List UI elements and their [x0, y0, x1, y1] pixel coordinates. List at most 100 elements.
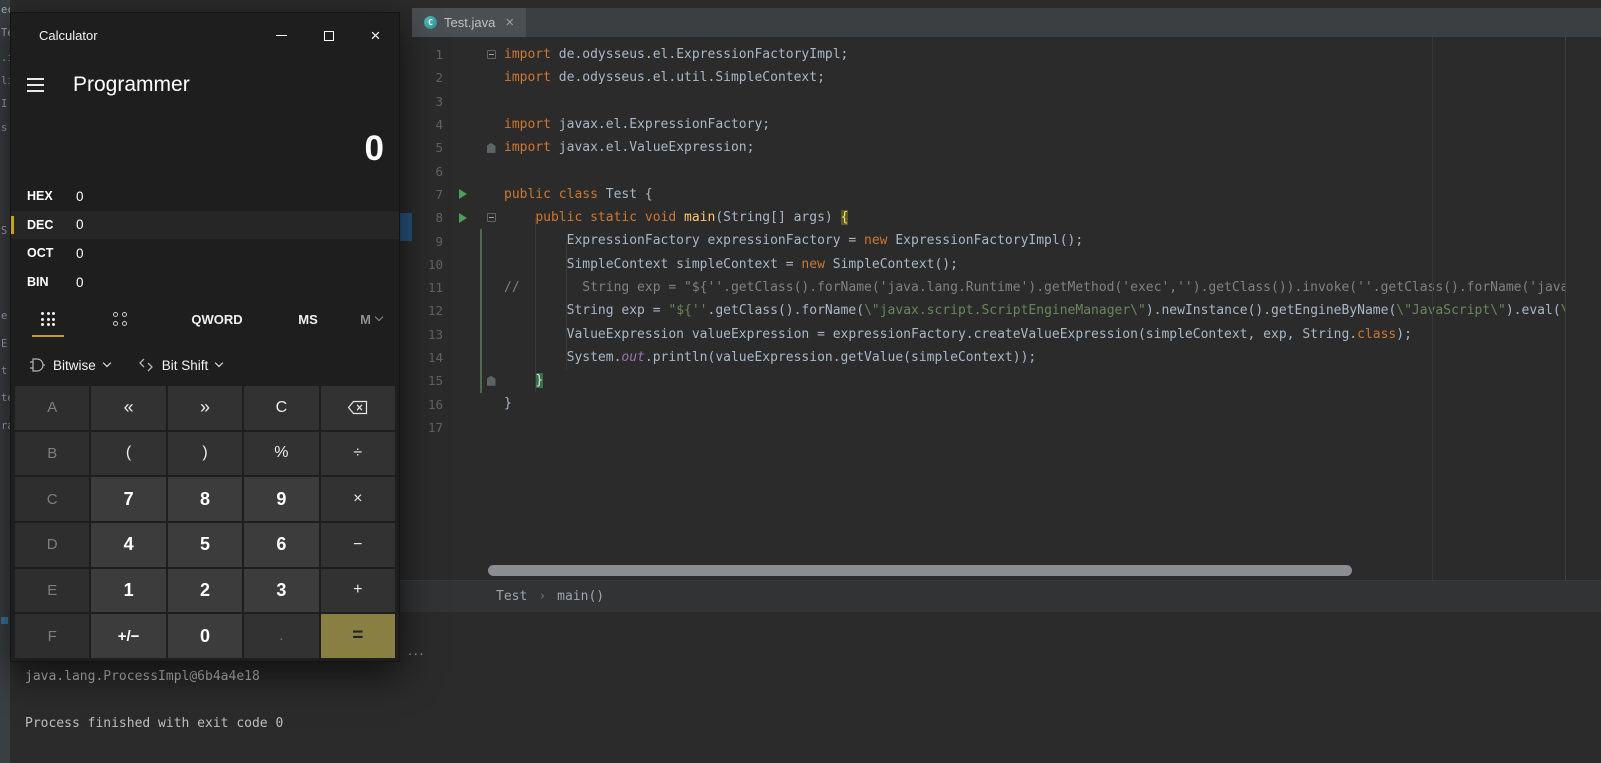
key-shift-right[interactable]: » — [167, 386, 243, 430]
code-line[interactable]: } — [504, 392, 1575, 415]
key-add[interactable]: + — [320, 568, 395, 613]
code-line[interactable]: SimpleContext simpleContext = new Simple… — [504, 253, 1575, 276]
code-line[interactable]: System.out.println(valueExpression.getVa… — [504, 346, 1575, 369]
breadcrumb-method[interactable]: main() — [557, 589, 604, 604]
key-open-paren[interactable]: ( — [91, 431, 166, 476]
key-divide[interactable]: ÷ — [320, 431, 395, 476]
radix-row-bin[interactable]: BIN 0 — [11, 268, 399, 297]
horizontal-scrollbar[interactable] — [488, 565, 1352, 576]
java-class-icon: C — [424, 16, 437, 29]
code-line[interactable]: public class Test { — [504, 183, 1575, 206]
key-2[interactable]: 2 — [167, 568, 243, 613]
code-line[interactable]: import javax.el.ValueExpression; — [504, 136, 1575, 159]
navigation-menu-button[interactable] — [27, 73, 57, 97]
line-number[interactable]: 12 — [400, 303, 443, 318]
line-number[interactable]: 15 — [400, 373, 443, 388]
line-number[interactable]: 6 — [400, 164, 443, 179]
radix-value: 0 — [76, 274, 84, 290]
line-number[interactable]: 10 — [400, 257, 443, 272]
line-number[interactable]: 5 — [400, 140, 443, 155]
line-number[interactable]: 1 — [400, 47, 443, 62]
code-line[interactable]: public static void main(String[] args) { — [504, 206, 1575, 229]
tab-test-java[interactable]: C Test.java × — [412, 8, 527, 37]
fold-marker-icon[interactable] — [486, 142, 496, 153]
key-3[interactable]: 3 — [244, 568, 319, 613]
memory-menu-label: M — [360, 311, 371, 327]
line-number[interactable]: 11 — [400, 280, 443, 295]
key-6[interactable]: 6 — [244, 523, 319, 567]
key-1[interactable]: 1 — [91, 568, 166, 613]
key-decimal[interactable]: . — [244, 614, 319, 658]
line-number[interactable]: 13 — [400, 327, 443, 342]
key-close-paren[interactable]: ) — [167, 431, 243, 476]
key-backspace[interactable] — [320, 386, 395, 430]
key-negate[interactable]: +/− — [91, 614, 166, 658]
tool-window-bar: ec Te .i li Is Se Et te ra — [0, 0, 10, 763]
calculator-titlebar[interactable]: Calculator × — [11, 13, 399, 58]
code-line[interactable]: import de.odysseus.el.util.SimpleContext… — [504, 66, 1575, 89]
key-e[interactable]: E — [15, 568, 90, 613]
breadcrumb-class[interactable]: Test — [496, 589, 527, 604]
code-line[interactable] — [504, 416, 1575, 439]
key-hex-c[interactable]: C — [15, 477, 90, 521]
breadcrumb-separator-icon: › — [538, 589, 547, 604]
radix-value: 0 — [76, 245, 84, 261]
code-line[interactable] — [504, 159, 1575, 182]
line-number[interactable]: 4 — [400, 117, 443, 132]
full-keypad-toggle[interactable] — [25, 301, 71, 337]
key-8[interactable]: 8 — [167, 477, 243, 521]
key-0[interactable]: 0 — [167, 614, 243, 658]
maximize-button[interactable] — [305, 13, 352, 58]
key-7[interactable]: 7 — [91, 477, 166, 521]
fold-marker-icon[interactable] — [486, 213, 496, 223]
key-subtract[interactable]: − — [320, 523, 395, 567]
key-4[interactable]: 4 — [91, 523, 166, 567]
key-5[interactable]: 5 — [167, 523, 243, 567]
tab-close-icon[interactable]: × — [505, 15, 514, 30]
bit-shift-menu[interactable]: Bit Shift — [138, 357, 224, 373]
line-number[interactable]: 17 — [400, 420, 443, 435]
bit-keypad-toggle[interactable] — [97, 301, 143, 337]
line-number[interactable]: 14 — [400, 350, 443, 365]
key-f[interactable]: F — [15, 614, 90, 658]
key-clear[interactable]: C — [244, 386, 319, 430]
line-number[interactable]: 3 — [400, 94, 443, 109]
code-line[interactable]: // String exp = "${''.getClass().forName… — [504, 276, 1575, 299]
radix-row-oct[interactable]: OCT 0 — [11, 239, 399, 268]
code-line[interactable]: import de.odysseus.el.ExpressionFactoryI… — [504, 43, 1575, 66]
radix-row-hex[interactable]: HEX 0 — [11, 182, 399, 211]
bitwise-menu[interactable]: Bitwise — [29, 357, 112, 373]
word-size-button[interactable]: QWORD — [175, 301, 259, 337]
key-shift-left[interactable]: « — [91, 386, 166, 430]
code-line[interactable] — [504, 90, 1575, 113]
minimize-button[interactable] — [258, 13, 305, 58]
line-number[interactable]: 7 — [400, 187, 443, 202]
code-line[interactable]: } — [504, 369, 1575, 392]
fold-marker-icon[interactable] — [486, 375, 496, 386]
code-editor[interactable]: 1 2 3 4 5 6 7 8 9 10 11 12 13 14 15 16 17 import de.odys… — [400, 37, 1575, 580]
code-line[interactable]: ValueExpression valueExpression = expres… — [504, 323, 1575, 346]
code-area[interactable]: import de.odysseus.el.ExpressionFactoryI… — [504, 37, 1575, 580]
code-line[interactable]: import javax.el.ExpressionFactory; — [504, 113, 1575, 136]
bit-shift-label: Bit Shift — [161, 357, 209, 373]
key-percent[interactable]: % — [244, 431, 319, 476]
key-b[interactable]: B — [15, 431, 90, 476]
close-button[interactable]: × — [352, 13, 399, 58]
line-number[interactable]: 2 — [400, 70, 443, 85]
run-line-icon[interactable] — [459, 189, 467, 200]
key-multiply[interactable]: × — [320, 477, 395, 521]
run-line-icon[interactable] — [459, 212, 467, 223]
key-equals[interactable]: = — [320, 614, 395, 658]
clipped-text-fragment: li — [1, 75, 10, 87]
radix-row-dec[interactable]: DEC 0 — [11, 210, 399, 240]
memory-menu-button[interactable]: M — [347, 301, 395, 337]
key-a[interactable]: A — [15, 386, 90, 430]
toolbar-overflow-button[interactable]: ... — [408, 642, 425, 659]
key-d[interactable]: D — [15, 523, 90, 567]
fold-marker-icon[interactable] — [486, 50, 496, 60]
line-number[interactable]: 16 — [400, 397, 443, 412]
code-line[interactable]: String exp = "${''.getClass().forName(\"… — [504, 299, 1575, 322]
key-9[interactable]: 9 — [244, 477, 319, 521]
code-line[interactable]: ExpressionFactory expressionFactory = ne… — [504, 229, 1575, 252]
memory-store-button[interactable]: MS — [283, 301, 333, 337]
